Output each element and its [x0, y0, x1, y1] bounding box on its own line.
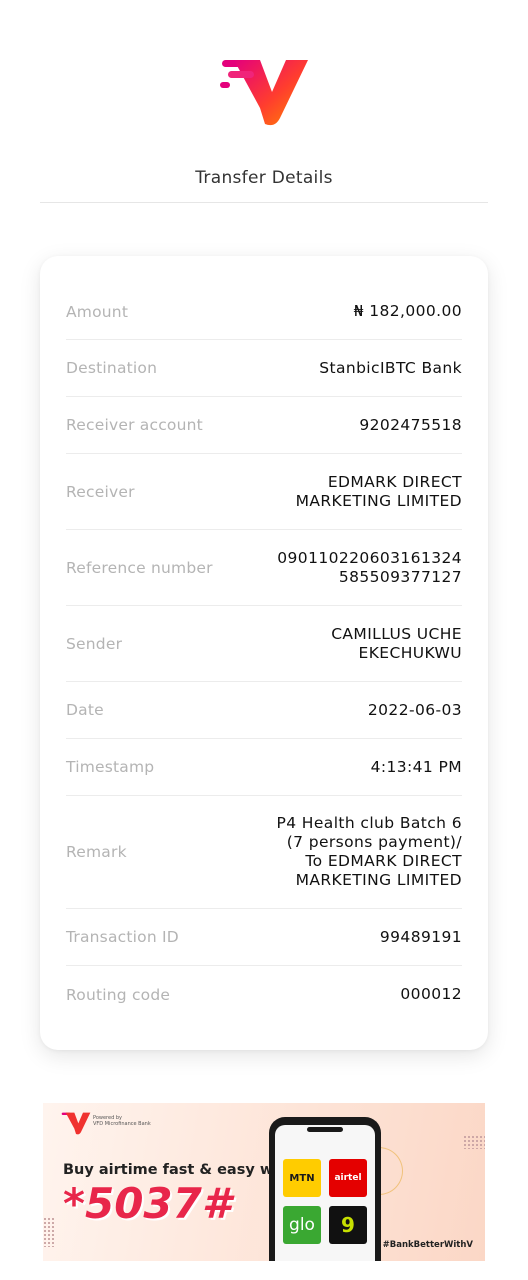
detail-label: Timestamp — [66, 758, 155, 776]
banner-hashtag: #BankBetterWithV — [382, 1240, 473, 1250]
detail-value: P4 Health club Batch 6 (7 persons paymen… — [276, 814, 462, 889]
detail-row-reference-number: Reference number 090110220603161324 5855… — [66, 530, 462, 606]
page-title: Transfer Details — [195, 168, 333, 188]
detail-value: 090110220603161324 585509377127 — [277, 548, 462, 586]
glo-logo-icon: glo — [283, 1206, 321, 1244]
title-divider — [40, 202, 488, 203]
detail-value: 4:13:41 PM — [370, 757, 462, 776]
detail-value: ₦ 182,000.00 — [353, 302, 462, 320]
v-bank-logo-icon — [61, 1112, 91, 1135]
mtn-logo-icon: MTN — [283, 1159, 321, 1197]
detail-label: Destination — [66, 359, 158, 377]
banner-tagline: Buy airtime fast & easy with — [63, 1162, 296, 1178]
detail-label: Sender — [66, 634, 123, 653]
v-bank-logo-icon — [220, 60, 308, 126]
detail-label: Date — [66, 701, 104, 719]
detail-label: Amount — [66, 302, 129, 321]
detail-label: Receiver — [66, 482, 135, 501]
phone-illustration: MTN airtel glo 9 — [269, 1117, 381, 1261]
detail-value: 000012 — [400, 985, 462, 1003]
detail-label: Reference number — [66, 558, 213, 577]
detail-value: CAMILLUS UCHE EKECHUKWU — [331, 624, 462, 662]
airtel-logo-icon: airtel — [329, 1159, 367, 1197]
detail-row-timestamp: Timestamp 4:13:41 PM — [66, 739, 462, 796]
powered-by-text: Powered by VFD Microfinance Bank — [93, 1115, 151, 1127]
detail-row-destination: Destination StanbicIBTC Bank — [66, 340, 462, 397]
9mobile-logo-icon: 9 — [329, 1206, 367, 1244]
detail-row-amount: Amount ₦ 182,000.00 — [66, 284, 462, 340]
decorative-dots — [43, 1217, 55, 1247]
detail-label: Routing code — [66, 985, 171, 1004]
phone-notch — [307, 1127, 343, 1132]
detail-value: EDMARK DIRECT MARKETING LIMITED — [295, 472, 462, 510]
detail-row-receiver: Receiver EDMARK DIRECT MARKETING LIMITED — [66, 454, 462, 530]
detail-value: 99489191 — [379, 927, 462, 946]
detail-label: Receiver account — [66, 416, 203, 434]
detail-row-sender: Sender CAMILLUS UCHE EKECHUKWU — [66, 606, 462, 682]
detail-row-receiver-account: Receiver account 9202475518 — [66, 397, 462, 454]
detail-value: 9202475518 — [359, 415, 462, 434]
detail-row-remark: Remark P4 Health club Batch 6 (7 persons… — [66, 796, 462, 909]
decorative-dots — [463, 1135, 485, 1149]
detail-row-routing-code: Routing code 000012 — [66, 966, 462, 1023]
detail-row-transaction-id: Transaction ID 99489191 — [66, 909, 462, 966]
ussd-code: *5037# — [63, 1179, 232, 1228]
detail-label: Transaction ID — [66, 928, 179, 946]
airtime-promo-banner[interactable]: Powered by VFD Microfinance Bank Buy air… — [43, 1103, 485, 1261]
detail-row-date: Date 2022-06-03 — [66, 682, 462, 739]
detail-value: StanbicIBTC Bank — [319, 358, 462, 377]
transfer-details-card: Amount ₦ 182,000.00 Destination StanbicI… — [40, 256, 488, 1050]
detail-label: Remark — [66, 843, 127, 861]
detail-value: 2022-06-03 — [367, 700, 462, 719]
